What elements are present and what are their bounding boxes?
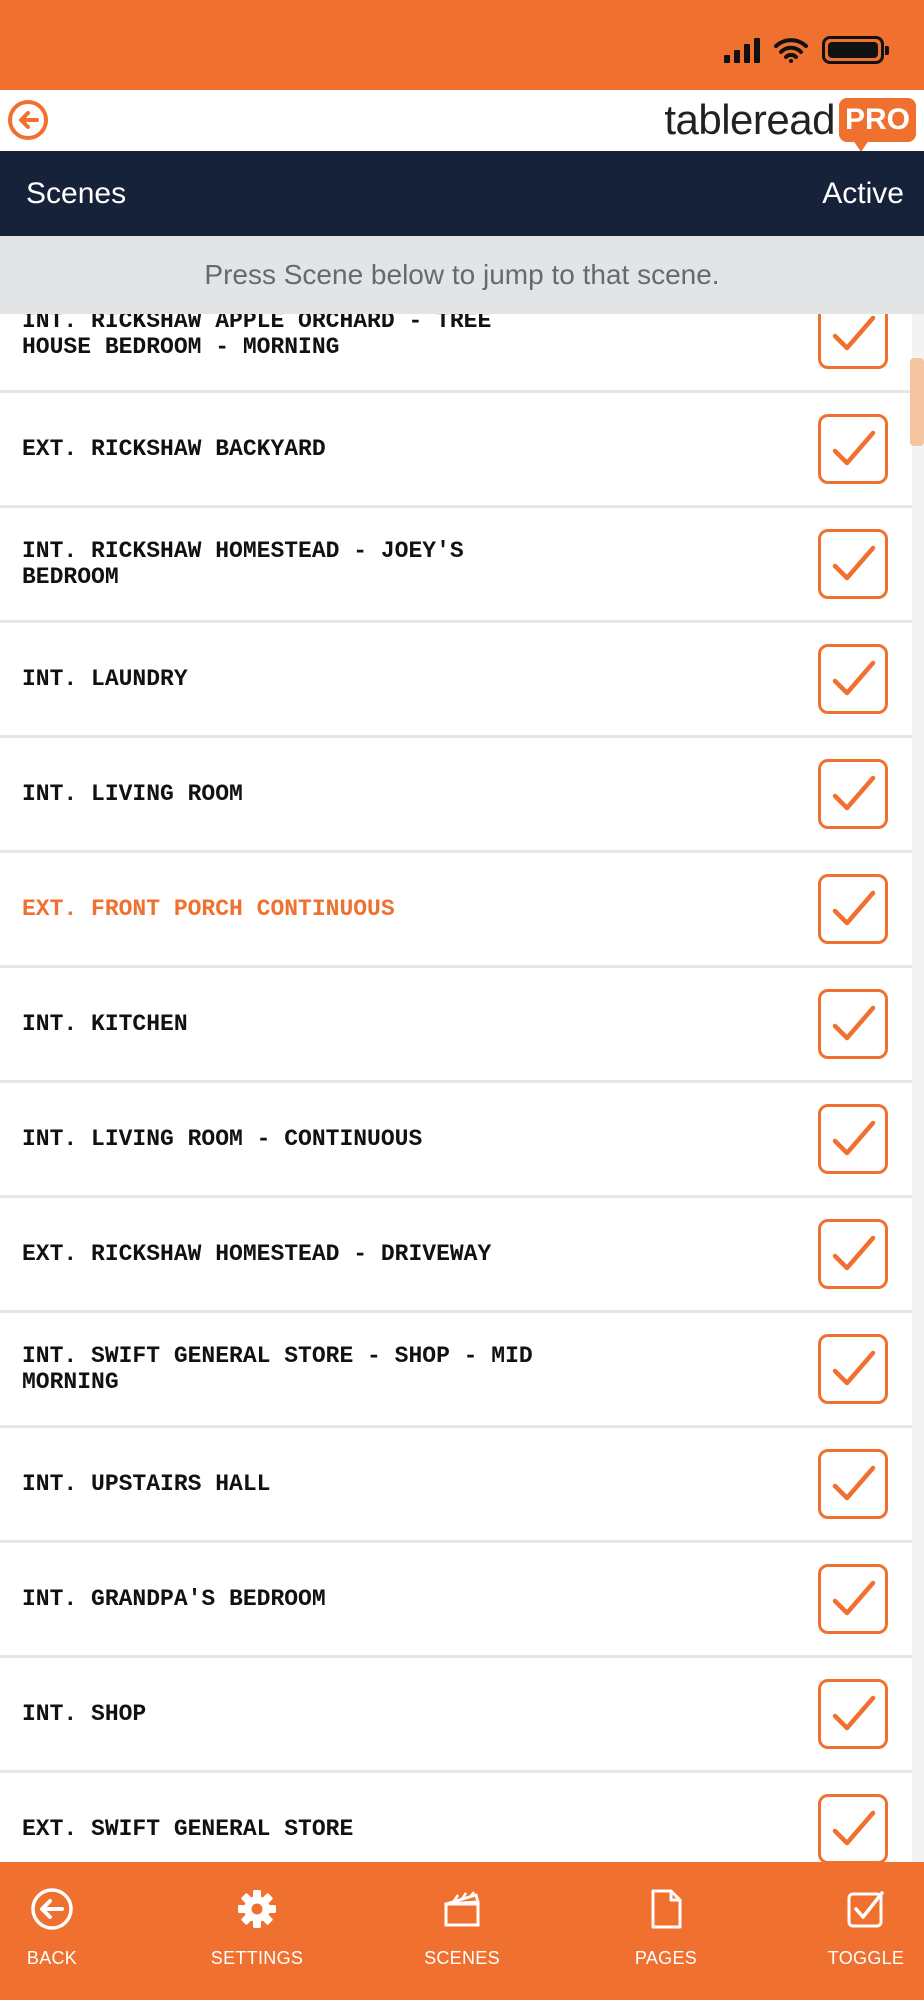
scene-checkbox[interactable] (818, 1794, 888, 1862)
back-circle-button[interactable] (8, 100, 48, 140)
brand-bar: tableread PRO (0, 90, 924, 152)
scene-row[interactable]: INT. RICKSHAW HOMESTEAD - JOEY'S BEDROOM (0, 508, 912, 623)
cellular-signal-icon (724, 37, 760, 63)
scene-checkbox[interactable] (818, 1219, 888, 1289)
checkmark-icon (832, 1695, 876, 1731)
checkmark-icon (832, 890, 876, 926)
scene-row[interactable]: INT. SHOP (0, 1658, 912, 1773)
checkmark-icon (832, 1350, 876, 1386)
tab-label: TOGGLE (827, 1948, 905, 1968)
scene-row[interactable]: EXT. RICKSHAW BACKYARD (0, 393, 912, 508)
checkbox-icon (847, 1891, 884, 1928)
app-logo: tableread PRO (664, 96, 916, 152)
hint-bar: Press Scene below to jump to that scene. (0, 236, 924, 314)
scene-checkbox[interactable] (818, 1334, 888, 1404)
scene-label: EXT. RICKSHAW BACKYARD (22, 436, 326, 462)
scene-row[interactable]: INT. SWIFT GENERAL STORE - SHOP - MID MO… (0, 1313, 912, 1428)
checkmark-icon (832, 430, 876, 466)
bottom-tab-bar: BACK SETTINGS SCENES PAGES TOGGLE (0, 1862, 924, 2000)
scene-row[interactable]: EXT. FRONT PORCH CONTINUOUS (0, 853, 912, 968)
checkmark-icon (832, 775, 876, 811)
tab-label: SETTINGS (210, 1948, 304, 1968)
tab-label: BACK (26, 1948, 78, 1968)
scene-label: EXT. RICKSHAW HOMESTEAD - DRIVEWAY (22, 1241, 492, 1267)
scrollbar-track (912, 314, 924, 1862)
scene-label: INT. LIVING ROOM (22, 781, 243, 807)
scene-checkbox[interactable] (818, 759, 888, 829)
scene-row[interactable]: EXT. RICKSHAW HOMESTEAD - DRIVEWAY (0, 1198, 912, 1313)
tab-pages[interactable]: PAGES (596, 1862, 736, 2000)
status-icons (724, 36, 889, 64)
checkmark-icon (832, 1120, 876, 1156)
logo-text: tableread (664, 96, 835, 143)
scene-checkbox[interactable] (818, 644, 888, 714)
scene-label: INT. KITCHEN (22, 1011, 188, 1037)
scene-checkbox[interactable] (818, 874, 888, 944)
scene-label: INT. LIVING ROOM - CONTINUOUS (22, 1126, 423, 1152)
checkmark-icon (832, 1465, 876, 1501)
page-icon (651, 1889, 682, 1929)
scene-checkbox[interactable] (818, 1679, 888, 1749)
status-bar (0, 0, 924, 90)
scene-checkbox[interactable] (818, 1564, 888, 1634)
scene-row[interactable]: INT. LIVING ROOM (0, 738, 912, 853)
scene-row[interactable]: INT. GRANDPA'S BEDROOM (0, 1543, 912, 1658)
checkmark-icon (832, 315, 876, 351)
hint-text: Press Scene below to jump to that scene. (204, 259, 720, 290)
scene-row[interactable]: INT. RICKSHAW APPLE ORCHARD - TREE HOUSE… (0, 314, 912, 393)
scene-checkbox[interactable] (818, 414, 888, 484)
gear-icon (238, 1890, 276, 1928)
scene-label: EXT. FRONT PORCH CONTINUOUS (22, 896, 395, 922)
scene-label: EXT. SWIFT GENERAL STORE (22, 1816, 354, 1842)
clapperboard-icon (444, 1891, 480, 1927)
scene-label: INT. RICKSHAW HOMESTEAD - JOEY'S BEDROOM (22, 538, 464, 590)
scene-row[interactable]: EXT. SWIFT GENERAL STORE (0, 1773, 912, 1862)
checkmark-icon (832, 1235, 876, 1271)
scene-list[interactable]: INT. RICKSHAW APPLE ORCHARD - TREE HOUSE… (0, 314, 912, 1862)
checkmark-icon (832, 545, 876, 581)
back-arrow-icon (31, 1888, 73, 1930)
page-title: Scenes (26, 177, 127, 210)
scrollbar-thumb[interactable] (910, 358, 924, 446)
checkmark-icon (832, 1810, 876, 1846)
scene-label: INT. SWIFT GENERAL STORE - SHOP - MID MO… (22, 1343, 533, 1395)
scene-label: INT. SHOP (22, 1701, 147, 1727)
tab-back[interactable]: BACK (0, 1862, 122, 2000)
scene-row[interactable]: INT. KITCHEN (0, 968, 912, 1083)
active-status-label[interactable]: Active (822, 177, 904, 211)
scene-checkbox[interactable] (818, 989, 888, 1059)
tab-toggle[interactable]: TOGGLE (796, 1862, 924, 2000)
scene-row[interactable]: INT. LIVING ROOM - CONTINUOUS (0, 1083, 912, 1198)
scene-label: INT. UPSTAIRS HALL (22, 1471, 271, 1497)
logo-pro-badge: PRO (838, 98, 916, 152)
checkmark-icon (832, 660, 876, 696)
scene-checkbox[interactable] (818, 1449, 888, 1519)
wifi-icon (774, 38, 808, 63)
tab-label: PAGES (634, 1948, 698, 1968)
tab-settings[interactable]: SETTINGS (187, 1862, 327, 2000)
scene-label: INT. RICKSHAW APPLE ORCHARD - TREE HOUSE… (22, 314, 492, 360)
scene-checkbox[interactable] (818, 1104, 888, 1174)
nav-bar: Scenes Active (0, 151, 924, 236)
scene-label: INT. LAUNDRY (22, 666, 188, 692)
checkmark-icon (832, 1580, 876, 1616)
tab-label: SCENES (424, 1948, 500, 1968)
scene-row[interactable]: INT. UPSTAIRS HALL (0, 1428, 912, 1543)
scene-row[interactable]: INT. LAUNDRY (0, 623, 912, 738)
scene-label: INT. GRANDPA'S BEDROOM (22, 1586, 326, 1612)
battery-icon (822, 36, 889, 64)
tab-scenes[interactable]: SCENES (392, 1862, 532, 2000)
scene-checkbox[interactable] (818, 314, 888, 369)
back-arrow-icon (19, 111, 39, 129)
checkmark-icon (832, 1005, 876, 1041)
scene-checkbox[interactable] (818, 529, 888, 599)
